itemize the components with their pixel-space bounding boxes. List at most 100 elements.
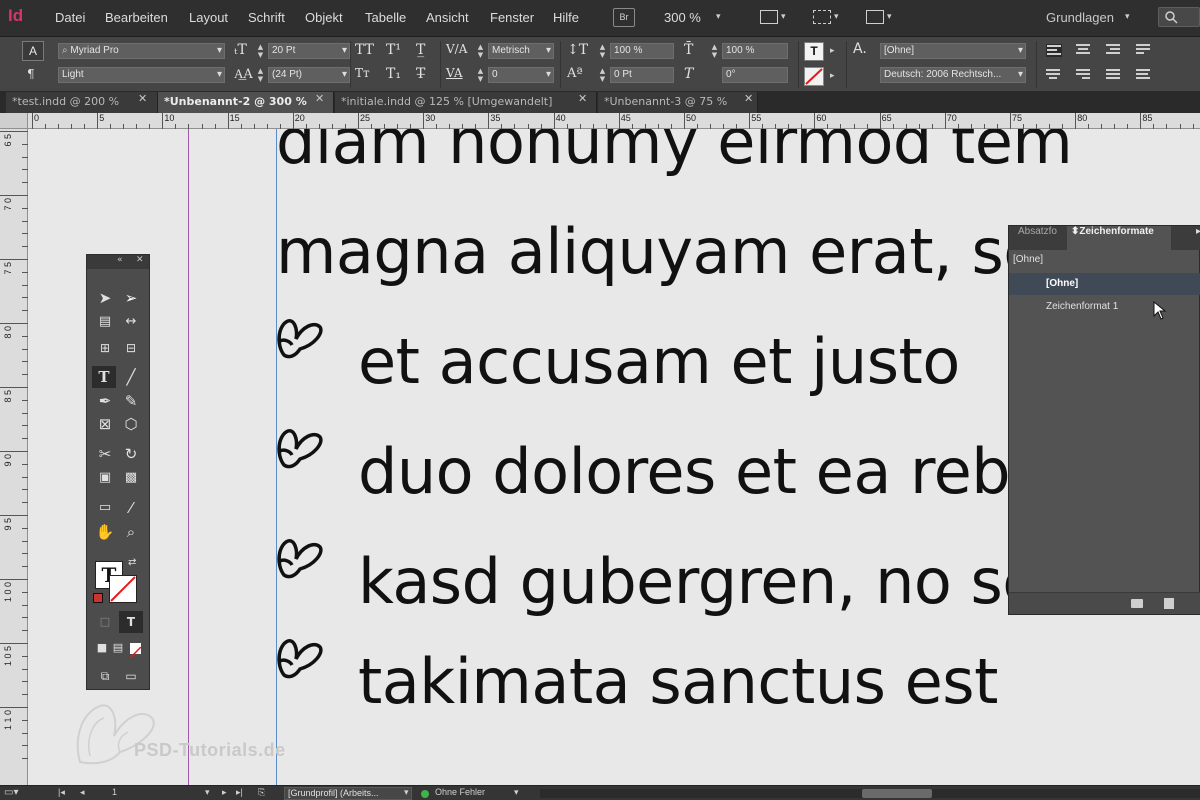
language-field[interactable]: Deutsch: 2006 Rechtsch...	[880, 67, 1026, 83]
gradient-swatch-tool-icon[interactable]: ▣	[93, 467, 117, 489]
superscript-icon[interactable]: T¹	[386, 42, 401, 58]
horizontal-ruler[interactable]: 0 5 10 15 20 25 30 35 40 45 50 55 60 65 70 75 80 85	[28, 113, 1200, 129]
align-center-icon[interactable]	[1076, 44, 1092, 57]
justify-right-icon[interactable]	[1076, 69, 1092, 82]
view-options-dropdown-icon[interactable]: ▾	[781, 12, 786, 22]
screen-mode-dropdown-icon[interactable]: ▾	[834, 12, 839, 22]
eyedropper-tool-icon[interactable]: ⁄	[119, 497, 143, 519]
justify-left-icon[interactable]	[1136, 44, 1152, 57]
justify-all-icon[interactable]	[1106, 69, 1122, 82]
text-line-2[interactable]: magna aliquyam erat, sed	[276, 215, 1080, 288]
menu-tabelle[interactable]: Tabelle	[365, 10, 406, 25]
ruler-origin[interactable]	[0, 113, 28, 129]
leading-stepper[interactable]: ▲ ▼	[256, 67, 265, 83]
strikethrough-icon[interactable]: T̶	[416, 66, 425, 82]
screen-mode-icon[interactable]: ▭	[119, 665, 143, 687]
first-page-icon[interactable]: |◂	[58, 787, 65, 798]
text-line-3[interactable]: et accusam et justo	[358, 325, 960, 398]
tools-panel-header[interactable]: « ✕	[87, 255, 149, 269]
menu-hilfe[interactable]: Hilfe	[553, 10, 579, 25]
zoom-level[interactable]: 300 %	[664, 10, 701, 25]
tab-paragraph-styles[interactable]: Absatzfo	[1018, 226, 1057, 250]
pencil-tool-icon[interactable]: ✎	[119, 390, 143, 412]
free-transform-tool-icon[interactable]: ↻	[119, 443, 143, 465]
view-options-icon[interactable]	[760, 10, 778, 24]
align-right-icon[interactable]	[1106, 44, 1122, 57]
gap-tool-icon[interactable]: ↔	[119, 311, 143, 333]
workspace-dropdown-icon[interactable]: ▾	[1125, 12, 1130, 22]
tab-initiale-indd[interactable]: *initiale.indd @ 125 % [Umgewandelt]	[335, 92, 597, 113]
vertical-scale-stepper[interactable]: ▲ ▼	[598, 43, 607, 59]
workspace-switcher[interactable]: Grundlagen	[1046, 10, 1114, 25]
profile-dropdown-icon[interactable]: ▾	[404, 787, 409, 798]
tracking-field[interactable]: 0	[488, 67, 554, 83]
font-size-field[interactable]: 20 Pt	[268, 43, 350, 59]
stroke-swatch[interactable]	[109, 575, 137, 603]
skew-field[interactable]: 0°	[722, 67, 788, 83]
new-style-icon[interactable]	[1164, 598, 1174, 609]
menu-bearbeiten[interactable]: Bearbeiten	[105, 10, 168, 25]
menu-datei[interactable]: Datei	[55, 10, 85, 25]
subscript-icon[interactable]: T₁	[386, 66, 401, 82]
horizontal-scale-stepper[interactable]: ▲ ▼	[710, 43, 719, 59]
content-collector-icon[interactable]: ⊞	[93, 337, 117, 359]
note-tool-icon[interactable]: ▭	[93, 497, 117, 519]
character-mode-button[interactable]: A	[22, 41, 44, 61]
text-line-5[interactable]: kasd gubergren, no sea	[358, 545, 1078, 618]
text-line-6[interactable]: takimata sanctus est	[358, 645, 998, 718]
close-icon[interactable]: ✕	[578, 92, 587, 105]
text-line-1[interactable]: diam nonumy eirmod tem	[276, 129, 1073, 178]
tab-unbenannt-2[interactable]: *Unbenannt-2 @ 300 %	[158, 92, 334, 113]
line-tool-icon[interactable]: ╱	[119, 366, 143, 388]
arrange-dropdown-icon[interactable]: ▾	[887, 12, 892, 22]
menu-schrift[interactable]: Schrift	[248, 10, 285, 25]
format-text-icon[interactable]: T	[119, 611, 143, 633]
style-item-zeichenformat-1[interactable]: Zeichenformat 1	[1009, 296, 1200, 318]
preflight-status-text[interactable]: Ohne Fehler	[435, 787, 485, 797]
open-page-icon[interactable]: ⎘	[258, 787, 265, 798]
zoom-dropdown-icon[interactable]: ▾	[716, 12, 721, 22]
close-icon[interactable]: ✕	[315, 92, 324, 105]
bridge-button[interactable]: Br	[613, 8, 635, 27]
leading-field[interactable]: (24 Pt)	[268, 67, 350, 83]
direct-selection-tool-icon[interactable]: ➢	[119, 287, 143, 309]
last-page-icon[interactable]: ▸|	[236, 787, 243, 798]
vertical-scale-field[interactable]: 100 %	[610, 43, 674, 59]
menu-layout[interactable]: Layout	[189, 10, 228, 25]
baseline-shift-stepper[interactable]: ▲ ▼	[598, 67, 607, 83]
close-icon[interactable]: ✕	[138, 92, 147, 105]
swap-colors-icon[interactable]: ⇄	[128, 557, 136, 568]
tab-test-indd[interactable]: *test.indd @ 200 %	[6, 92, 158, 113]
font-size-stepper[interactable]: ▲ ▼	[256, 43, 265, 59]
menu-objekt[interactable]: Objekt	[305, 10, 343, 25]
menu-fenster[interactable]: Fenster	[490, 10, 534, 25]
text-fill-swatch[interactable]: T	[804, 42, 824, 61]
apply-gradient-icon[interactable]: ▤	[106, 637, 130, 659]
content-placer-icon[interactable]: ⊟	[119, 337, 143, 359]
justify-center-icon[interactable]	[1046, 69, 1062, 82]
zoom-tool-icon[interactable]: ⌕	[119, 521, 143, 543]
hand-tool-icon[interactable]: ✋	[93, 521, 117, 543]
tab-character-styles[interactable]: ⬍Zeichenformate	[1067, 226, 1171, 250]
polygon-tool-icon[interactable]: ⬡	[119, 413, 143, 435]
previous-page-icon[interactable]: ◂	[80, 787, 85, 798]
search-input[interactable]	[1158, 7, 1200, 27]
close-icon[interactable]: ✕	[136, 255, 144, 265]
fill-stroke-swatches[interactable]: T ⇄	[93, 557, 141, 605]
page-dropdown-icon[interactable]: ▾	[205, 787, 210, 798]
menu-ansicht[interactable]: Ansicht	[426, 10, 469, 25]
pen-tool-icon[interactable]: ✒	[93, 390, 117, 412]
small-caps-icon[interactable]: Tᴛ	[355, 66, 370, 80]
scissors-tool-icon[interactable]: ✂	[93, 443, 117, 465]
paragraph-mode-icon[interactable]: ¶	[27, 67, 35, 81]
type-tool-icon[interactable]: T	[92, 366, 116, 388]
default-colors-icon[interactable]	[93, 593, 103, 603]
kerning-stepper[interactable]: ▲ ▼	[476, 43, 485, 59]
panel-menu-icon[interactable]: ▸	[1196, 226, 1200, 250]
baseline-shift-field[interactable]: 0 Pt	[610, 67, 674, 83]
horizontal-scale-field[interactable]: 100 %	[722, 43, 788, 59]
stroke-none-swatch[interactable]	[804, 67, 824, 86]
kerning-field[interactable]: Metrisch	[488, 43, 554, 59]
tab-unbenannt-3[interactable]: *Unbenannt-3 @ 75 %	[598, 92, 758, 113]
scrollbar-thumb[interactable]	[862, 789, 932, 798]
